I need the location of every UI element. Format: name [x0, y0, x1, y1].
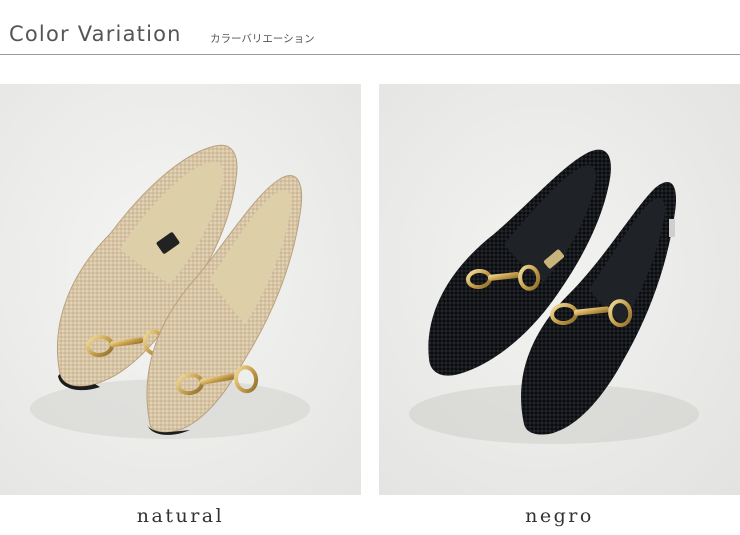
section-title: Color Variation [9, 22, 182, 46]
variation-label-natural: natural [136, 505, 225, 527]
section-header: Color Variation カラーバリエーション [0, 0, 740, 56]
product-photo-natural [0, 84, 361, 495]
header-divider [0, 54, 740, 55]
variation-label-negro: negro [525, 505, 594, 527]
product-photo-negro [379, 84, 740, 495]
section-subtitle: カラーバリエーション [210, 33, 315, 45]
